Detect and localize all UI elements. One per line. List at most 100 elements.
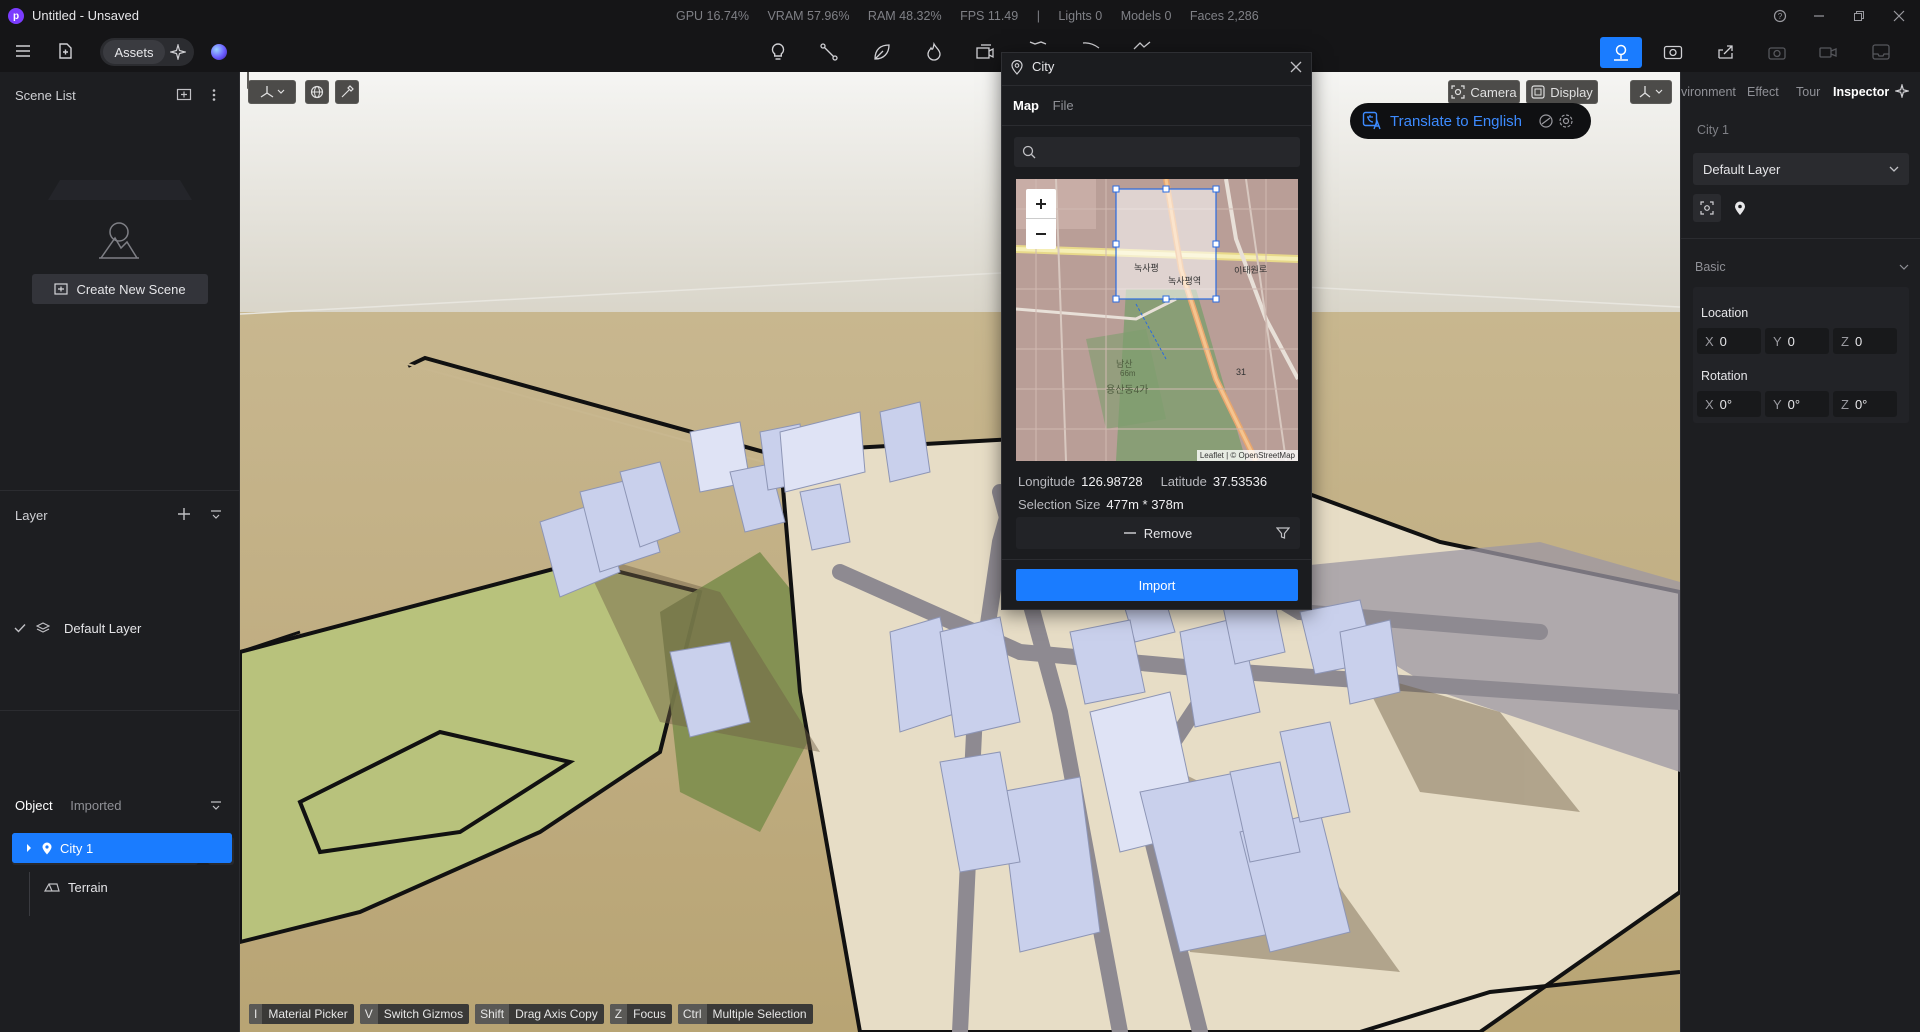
longitude-value: 126.98728: [1081, 474, 1143, 489]
stat-faces: Faces 2,286: [1189, 9, 1259, 23]
filter-icon[interactable]: [1276, 526, 1290, 540]
translate-button[interactable]: Translate to English: [1390, 113, 1522, 130]
leaf-icon[interactable]: [870, 40, 894, 64]
divider: [1002, 125, 1311, 126]
animation-icon[interactable]: [973, 40, 997, 64]
create-new-scene-button[interactable]: Create New Scene: [32, 274, 208, 304]
scene-list-title: Scene List: [15, 88, 76, 103]
camera-icon[interactable]: [1765, 40, 1789, 64]
stat-fps: FPS 11.49: [960, 9, 1019, 23]
camera-button[interactable]: Camera: [1448, 80, 1520, 104]
3d-viewport[interactable]: Camera Display I Material Picker V Switch …: [240, 72, 1680, 1032]
material-picker-button[interactable]: [335, 80, 359, 104]
tree-item-city-1-row[interactable]: City 1: [12, 833, 232, 863]
chevron-down-icon: [1889, 166, 1899, 172]
menu-icon[interactable]: [11, 39, 35, 63]
tab-environment[interactable]: vironment: [1681, 85, 1736, 99]
tree-item-label: City 1: [60, 840, 94, 856]
video-icon[interactable]: [1816, 40, 1840, 64]
layers-icon: [36, 622, 50, 634]
location-search-input[interactable]: [1014, 137, 1300, 167]
chevron-down-icon[interactable]: [1899, 264, 1909, 270]
shortcut-switch-gizmos: V Switch Gizmos: [359, 1004, 470, 1024]
location-y-field[interactable]: Y0: [1765, 328, 1829, 354]
close-window-icon[interactable]: [1889, 6, 1909, 26]
object-name: City 1: [1697, 123, 1729, 137]
zoom-in-button[interactable]: [1026, 189, 1056, 219]
stat-gpu: GPU 16.74%: [676, 9, 749, 23]
dialog-tabs: Map File: [1013, 98, 1074, 113]
minimize-icon[interactable]: [1809, 6, 1829, 26]
stat-ram: RAM 48.32%: [867, 9, 942, 23]
material-sphere-icon[interactable]: [211, 44, 227, 60]
ai-sparkle-icon[interactable]: [166, 40, 190, 64]
search-icon: [1022, 145, 1036, 159]
fire-icon[interactable]: [922, 40, 946, 64]
map-attribution[interactable]: Leaflet | © OpenStreetMap: [1196, 450, 1298, 461]
location-map[interactable]: 녹사평 녹사평역 이태원로 남산 66m 용산동4가 31 Leaflet | …: [1016, 179, 1298, 461]
location-pin-icon: [1011, 60, 1023, 75]
layer-name: Default Layer: [64, 620, 142, 636]
divider: [0, 710, 240, 711]
add-scene-icon[interactable]: [176, 88, 192, 102]
path-icon[interactable]: [817, 40, 841, 64]
tab-inspector[interactable]: Inspector: [1833, 85, 1889, 99]
remove-button[interactable]: Remove: [1016, 517, 1300, 549]
layer-item-default[interactable]: Default Layer: [14, 618, 141, 638]
rotation-x-field[interactable]: X 0°: [1697, 391, 1761, 417]
map-import-button[interactable]: [1600, 37, 1642, 68]
scene-more-icon[interactable]: [211, 88, 217, 102]
close-icon[interactable]: [1290, 61, 1302, 73]
expand-arrow-icon[interactable]: [26, 844, 32, 852]
gizmo-icon: [260, 86, 285, 98]
coordinates-info: Longitude 126.98728 Latitude 37.53536: [1018, 474, 1285, 489]
tree-item-label: Terrain: [68, 879, 108, 895]
tab-map[interactable]: Map: [1013, 98, 1039, 113]
light-icon[interactable]: [766, 40, 790, 64]
location-x-field[interactable]: X0: [1697, 328, 1761, 354]
share-icon[interactable]: [1714, 40, 1738, 64]
plus-icon: [1036, 198, 1046, 209]
globe-icon: [310, 85, 324, 99]
tree-item-terrain[interactable]: Terrain: [12, 872, 232, 902]
rotation-y-field[interactable]: Y 0°: [1765, 391, 1829, 417]
basic-section-title[interactable]: Basic: [1695, 260, 1726, 274]
tab-effect[interactable]: Effect: [1747, 85, 1779, 99]
rotation-z-field[interactable]: Z 0°: [1833, 391, 1897, 417]
focus-icon: [1700, 201, 1714, 215]
translate-settings-icon[interactable]: [1558, 113, 1574, 129]
new-file-icon[interactable]: [53, 39, 77, 63]
layer-select[interactable]: Default Layer: [1693, 153, 1909, 185]
assets-button[interactable]: Assets: [103, 40, 165, 64]
shortcut-hints: I Material Picker V Switch Gizmos Shift Dra…: [249, 1004, 813, 1024]
zoom-out-button[interactable]: [1026, 219, 1056, 249]
locate-object-button[interactable]: [1726, 194, 1754, 222]
check-icon[interactable]: [14, 623, 26, 633]
restore-icon[interactable]: [1849, 6, 1869, 26]
focus-object-button[interactable]: [1693, 194, 1721, 222]
gizmo-mode-button[interactable]: [248, 80, 296, 104]
translate-pill: Translate to English: [1350, 103, 1591, 139]
translate-toggle-icon[interactable]: [1538, 113, 1554, 129]
export-icon[interactable]: [1869, 40, 1893, 64]
render-icon[interactable]: [1661, 40, 1685, 64]
sparkle-settings-icon[interactable]: [1895, 84, 1909, 98]
tab-file[interactable]: File: [1053, 98, 1074, 113]
selection-info: Selection Size 477m * 378m: [1018, 497, 1202, 512]
location-z-field[interactable]: Z0: [1833, 328, 1897, 354]
help-icon[interactable]: ?: [1770, 6, 1790, 26]
tab-tour[interactable]: Tour: [1796, 85, 1820, 99]
map-label-road: 이태원로: [1233, 264, 1268, 276]
create-scene-label: Create New Scene: [76, 281, 186, 297]
app-logo: p: [8, 8, 24, 24]
import-button[interactable]: Import: [1016, 569, 1298, 601]
create-scene-icon: [54, 283, 69, 295]
display-button[interactable]: Display: [1526, 80, 1598, 104]
viewport-settings-button[interactable]: [1630, 80, 1672, 104]
viewport-settings-icon: [1639, 86, 1663, 98]
world-space-button[interactable]: [305, 80, 329, 104]
shortcut-multiple-selection: Ctrl Multiple Selection: [677, 1004, 813, 1024]
add-layer-icon[interactable]: [176, 506, 192, 522]
location-label: Location: [1701, 306, 1749, 320]
layer-filter-icon[interactable]: [210, 509, 222, 521]
